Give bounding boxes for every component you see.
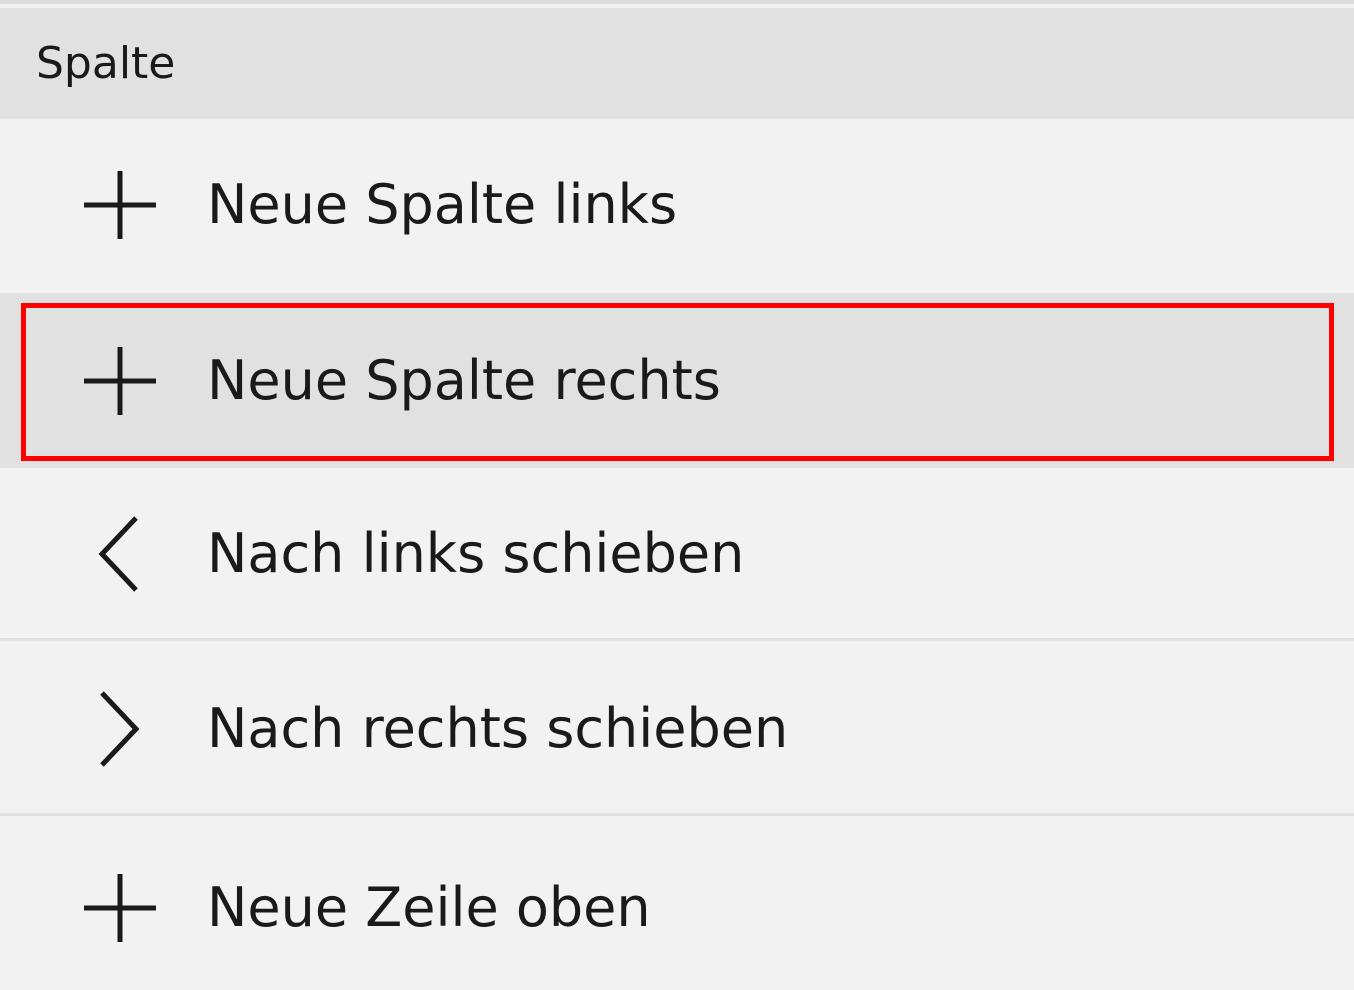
context-menu: Spalte Neue Spalte links Neue Spalte rec… [0, 0, 1354, 990]
chevron-left-icon [80, 514, 160, 594]
menu-item-label: Neue Spalte rechts [207, 348, 721, 412]
menu-item-new-column-right[interactable]: Neue Spalte rechts [0, 293, 1354, 468]
menu-item-label: Nach rechts schieben [207, 696, 789, 760]
chevron-right-icon [80, 689, 160, 769]
menu-item-new-row-above[interactable]: Neue Zeile oben [0, 822, 1354, 990]
plus-icon [80, 165, 160, 245]
section-header: Spalte [0, 8, 1354, 119]
menu-item-new-column-left[interactable]: Neue Spalte links [0, 119, 1354, 291]
menu-item-move-left[interactable]: Nach links schieben [0, 469, 1354, 641]
menu-item-move-right[interactable]: Nach rechts schieben [0, 644, 1354, 816]
menu-item-label: Neue Zeile oben [207, 876, 651, 939]
plus-icon [80, 341, 160, 421]
menu-item-label: Nach links schieben [207, 521, 745, 585]
plus-icon [80, 868, 160, 948]
menu-item-label: Neue Spalte links [207, 173, 678, 236]
section-title: Spalte [36, 38, 176, 89]
